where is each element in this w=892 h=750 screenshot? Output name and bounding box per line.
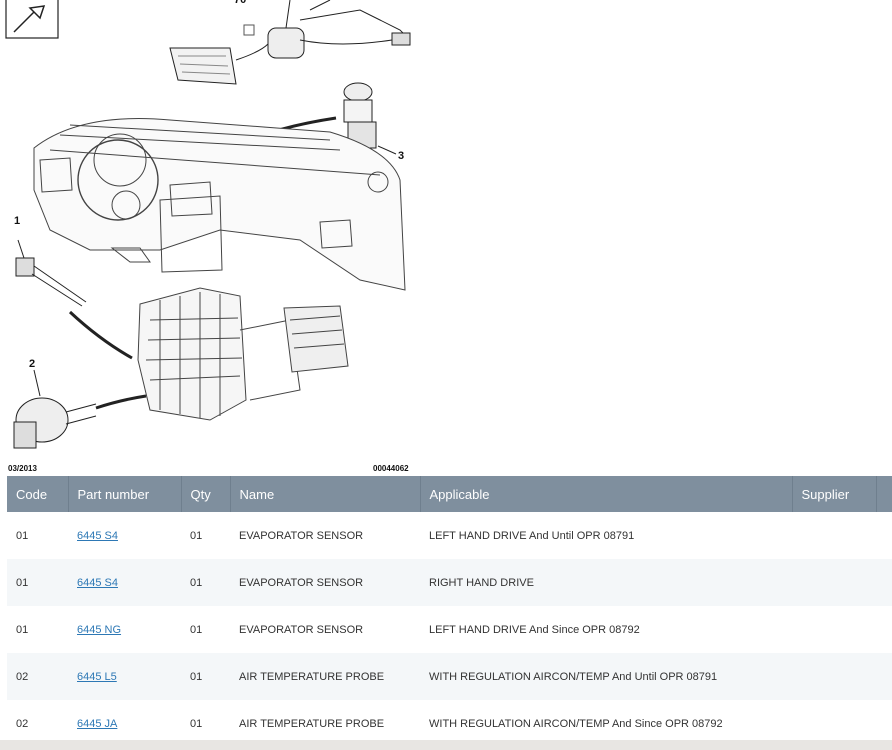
- cell-part-number: 6445 S4: [68, 512, 181, 559]
- parts-table: Code Part number Qty Name Applicable Sup…: [7, 476, 892, 747]
- cell-name: EVAPORATOR SENSOR: [239, 529, 364, 542]
- cell-extra: [876, 606, 892, 653]
- cell-part-number: 6445 NG: [68, 606, 181, 653]
- probe-2-drawing: [13, 369, 147, 449]
- table-row: 01 6445 S4 01 EVAPORATOR SENSOR LEFT HAN…: [7, 512, 892, 559]
- cell-supplier: [792, 559, 876, 606]
- parts-diagram-drawing: [5, 0, 411, 449]
- header-supplier[interactable]: Supplier: [792, 476, 877, 512]
- rivet-icon: [5, 0, 59, 39]
- cell-qty: 01: [181, 559, 230, 606]
- bottom-bar: [0, 740, 892, 750]
- parts-diagram: 1 2 3 70 03/2013 00044062: [0, 0, 892, 476]
- cell-applicable: WITH REGULATION AIRCON/TEMP And Until OP…: [420, 653, 792, 700]
- cell-qty: 01: [190, 529, 203, 542]
- table-row: 01 6445 S4 01 EVAPORATOR SENSOR RIGHT HA…: [7, 559, 892, 606]
- header-name[interactable]: Name: [230, 476, 421, 512]
- header-applicable[interactable]: Applicable: [420, 476, 793, 512]
- table-row: 01 6445 NG 01 EVAPORATOR SENSOR LEFT HAN…: [7, 606, 892, 653]
- dashboard-drawing: [33, 118, 406, 291]
- part-number-link[interactable]: 6445 S4: [77, 530, 118, 542]
- part-number-link[interactable]: 6445 NG: [77, 624, 121, 636]
- diagram-date-code: 03/2013: [8, 464, 37, 473]
- sensor-1-drawing: [15, 239, 133, 360]
- callout-2: 2: [29, 358, 36, 370]
- cell-name: EVAPORATOR SENSOR: [239, 623, 364, 636]
- cell-supplier: [792, 606, 876, 653]
- cell-applicable: RIGHT HAND DRIVE: [420, 559, 792, 606]
- cell-part-number: 6445 S4: [68, 559, 181, 606]
- part-number-link[interactable]: 6445 S4: [77, 577, 118, 589]
- switch-assembly-drawing: [169, 0, 411, 85]
- cell-code: 01: [16, 623, 29, 636]
- callout-3: 3: [398, 150, 405, 162]
- table-header-row: Code Part number Qty Name Applicable Sup…: [7, 476, 892, 512]
- cell-extra: [876, 653, 892, 700]
- cell-part-number: 6445 L5: [68, 653, 181, 700]
- header-extra: [876, 476, 892, 512]
- hvac-unit-drawing: [137, 287, 349, 421]
- cell-code: 01: [16, 529, 29, 542]
- table-row: 02 6445 L5 01 AIR TEMPERATURE PROBE WITH…: [7, 653, 892, 700]
- header-qty[interactable]: Qty: [181, 476, 231, 512]
- diagram-figure-number: 00044062: [373, 464, 409, 473]
- part-number-link[interactable]: 6445 JA: [77, 718, 117, 730]
- cell-code: 02: [7, 653, 68, 700]
- cell-supplier: [792, 512, 876, 559]
- cell-applicable: LEFT HAND DRIVE And Until OPR 08791: [429, 529, 635, 542]
- part-number-link[interactable]: 6445 L5: [77, 671, 117, 683]
- cell-qty: 01: [181, 653, 230, 700]
- cell-name: EVAPORATOR SENSOR: [230, 559, 420, 606]
- cell-supplier: [792, 653, 876, 700]
- callout-1: 1: [14, 215, 21, 227]
- cell-code: 01: [7, 559, 68, 606]
- cell-qty: 01: [190, 623, 203, 636]
- cell-extra: [876, 512, 892, 559]
- cell-name: AIR TEMPERATURE PROBE: [230, 653, 420, 700]
- header-code[interactable]: Code: [7, 476, 69, 512]
- header-part-number[interactable]: Part number: [68, 476, 182, 512]
- cell-applicable: LEFT HAND DRIVE And Since OPR 08792: [429, 623, 640, 636]
- callout-70: 70: [234, 0, 247, 6]
- cell-extra: [876, 559, 892, 606]
